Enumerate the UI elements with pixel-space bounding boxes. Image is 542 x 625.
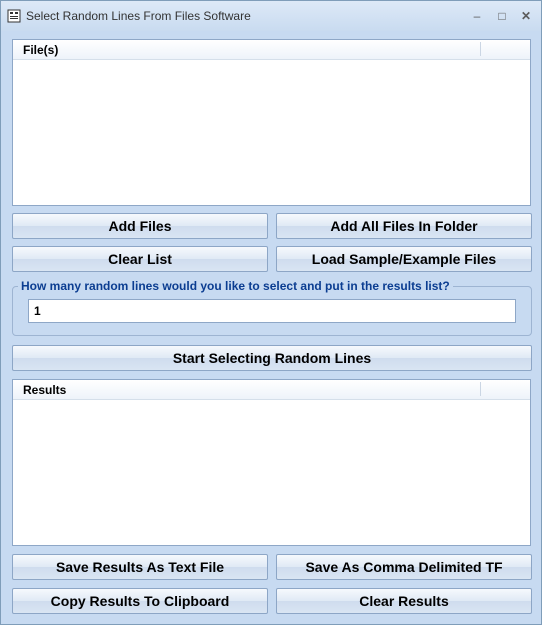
results-list[interactable]: Results — [12, 379, 531, 546]
window-title: Select Random Lines From Files Software — [26, 9, 251, 23]
clear-list-button[interactable]: Clear List — [12, 246, 268, 272]
results-list-header: Results — [13, 380, 530, 400]
column-separator[interactable] — [480, 42, 481, 56]
line-count-label: How many random lines would you like to … — [18, 279, 453, 293]
minimize-button[interactable]: – — [467, 7, 487, 25]
app-window: Select Random Lines From Files Software … — [0, 0, 542, 625]
clear-results-button[interactable]: Clear Results — [276, 588, 532, 614]
copy-to-clipboard-button[interactable]: Copy Results To Clipboard — [12, 588, 268, 614]
close-button[interactable]: ✕ — [516, 7, 536, 25]
results-column-header[interactable]: Results — [23, 383, 66, 397]
client-area: File(s) Add Files Add All Files In Folde… — [1, 31, 541, 624]
column-separator[interactable] — [480, 382, 481, 396]
load-sample-button[interactable]: Load Sample/Example Files — [276, 246, 532, 272]
files-column-header[interactable]: File(s) — [23, 43, 58, 57]
add-files-button[interactable]: Add Files — [12, 213, 268, 239]
maximize-button[interactable]: □ — [492, 7, 512, 25]
app-icon — [7, 9, 21, 23]
line-count-input[interactable]: 1 — [28, 299, 516, 323]
files-list-header: File(s) — [13, 40, 530, 60]
title-bar[interactable]: Select Random Lines From Files Software … — [1, 1, 541, 31]
start-selecting-button[interactable]: Start Selecting Random Lines — [12, 345, 532, 371]
add-all-files-in-folder-button[interactable]: Add All Files In Folder — [276, 213, 532, 239]
save-comma-delimited-button[interactable]: Save As Comma Delimited TF — [276, 554, 532, 580]
files-list[interactable]: File(s) — [12, 39, 531, 206]
save-results-text-button[interactable]: Save Results As Text File — [12, 554, 268, 580]
